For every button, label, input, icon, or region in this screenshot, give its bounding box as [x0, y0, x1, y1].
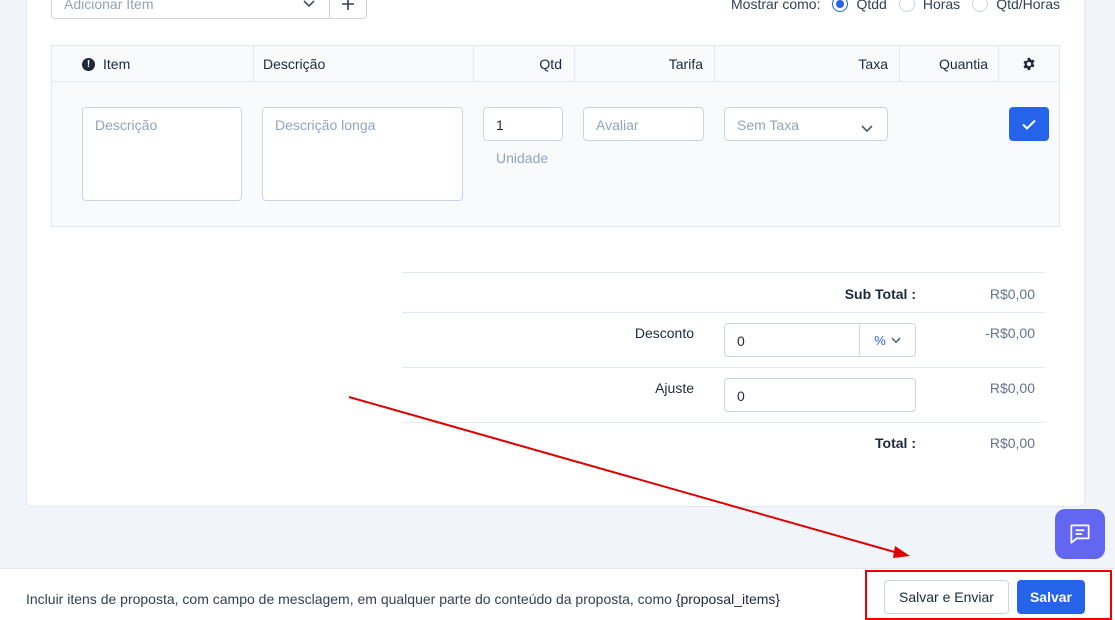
chat-button[interactable]: [1055, 509, 1105, 559]
discount-row: Desconto 0 % -R$0,00: [402, 312, 1045, 367]
table-header: ! Item Descrição Qtd Tarifa Taxa Quantia: [52, 46, 1059, 82]
header-divider: [998, 46, 999, 82]
adjust-input[interactable]: 0: [724, 378, 916, 412]
adjust-label: Ajuste: [655, 380, 694, 396]
radio-qtdd-label: Qtdd: [856, 0, 887, 12]
header-amount: Quantia: [938, 56, 988, 72]
rate-input[interactable]: Avaliar: [583, 107, 704, 141]
long-description-textarea[interactable]: Descrição longa: [262, 107, 463, 201]
chevron-down-icon: [289, 0, 329, 8]
subtotal-value: R$0,00: [989, 286, 1035, 302]
show-as-label: Mostrar como:: [731, 0, 821, 12]
discount-input-value: 0: [737, 333, 745, 349]
adjust-value: R$0,00: [989, 380, 1035, 396]
header-divider: [899, 46, 900, 82]
footer-note-tag: {proposal_items}: [675, 591, 781, 607]
radio-horas[interactable]: Horas: [898, 0, 961, 12]
tax-select-value: Sem Taxa: [737, 117, 799, 133]
total-value: R$0,00: [989, 435, 1035, 451]
footer-note: Incluir itens de proposta, com campo de …: [26, 591, 780, 607]
footer-bar: Incluir itens de proposta, com campo de …: [0, 568, 1115, 620]
alert-circle-icon: !: [82, 57, 95, 71]
add-item-select[interactable]: Adicionar Item: [51, 0, 367, 19]
radio-qtd-horas-label: Qtd/Horas: [996, 0, 1060, 12]
chat-icon: [1070, 524, 1090, 544]
discount-label: Desconto: [634, 325, 694, 341]
subtotal-label: Sub Total :: [844, 286, 916, 302]
discount-type-dropdown[interactable]: %: [859, 324, 915, 356]
footer-note-text: Incluir itens de proposta, com campo de …: [26, 591, 672, 607]
save-button[interactable]: Salvar: [1017, 580, 1085, 614]
radio-qtd-horas[interactable]: Qtd/Horas: [972, 0, 1060, 12]
header-divider: [574, 46, 575, 82]
total-label: Total :: [875, 435, 916, 451]
header-divider: [253, 46, 254, 82]
discount-input[interactable]: 0 %: [724, 323, 916, 357]
items-table: ! Item Descrição Qtd Tarifa Taxa Quantia…: [51, 45, 1060, 227]
radio-selected-icon[interactable]: [832, 0, 849, 12]
plus-icon[interactable]: [329, 0, 366, 18]
header-divider: [473, 46, 474, 82]
qty-input[interactable]: 1: [483, 107, 563, 141]
show-as-group: Mostrar como: Qtdd Horas Qtd/Horas: [731, 0, 1060, 12]
radio-icon[interactable]: [898, 0, 915, 12]
discount-value: -R$0,00: [985, 325, 1035, 341]
radio-horas-label: Horas: [922, 0, 961, 12]
header-description: Descrição: [263, 56, 326, 72]
discount-type-value: %: [874, 332, 886, 348]
header-divider: [714, 46, 715, 82]
chevron-down-icon: [861, 120, 873, 136]
tax-select[interactable]: Sem Taxa: [724, 107, 888, 141]
header-item: ! Item: [82, 46, 130, 82]
header-item-label: Item: [103, 56, 131, 72]
subtotal-row: Sub Total : R$0,00: [402, 272, 1045, 312]
chevron-down-icon: [891, 337, 901, 343]
header-rate: Tarifa: [668, 56, 703, 72]
description-textarea[interactable]: Descrição: [82, 107, 242, 201]
check-icon: [1022, 119, 1036, 130]
adjust-row: Ajuste 0 R$0,00: [402, 367, 1045, 422]
add-item-placeholder: Adicionar Item: [64, 0, 154, 12]
total-row: Total : R$0,00: [402, 422, 1045, 462]
add-row-button[interactable]: [1009, 107, 1049, 141]
gear-icon[interactable]: [1022, 46, 1036, 82]
totals-section: Sub Total : R$0,00 Desconto 0 % -R$0,00 …: [402, 272, 1045, 462]
unit-input[interactable]: Unidade: [496, 150, 548, 166]
header-qty: Qtd: [539, 56, 562, 72]
radio-icon[interactable]: [972, 0, 989, 12]
save-and-send-button[interactable]: Salvar e Enviar: [884, 580, 1009, 614]
radio-qtdd[interactable]: Qtdd: [832, 0, 887, 12]
header-tax: Taxa: [858, 56, 888, 72]
